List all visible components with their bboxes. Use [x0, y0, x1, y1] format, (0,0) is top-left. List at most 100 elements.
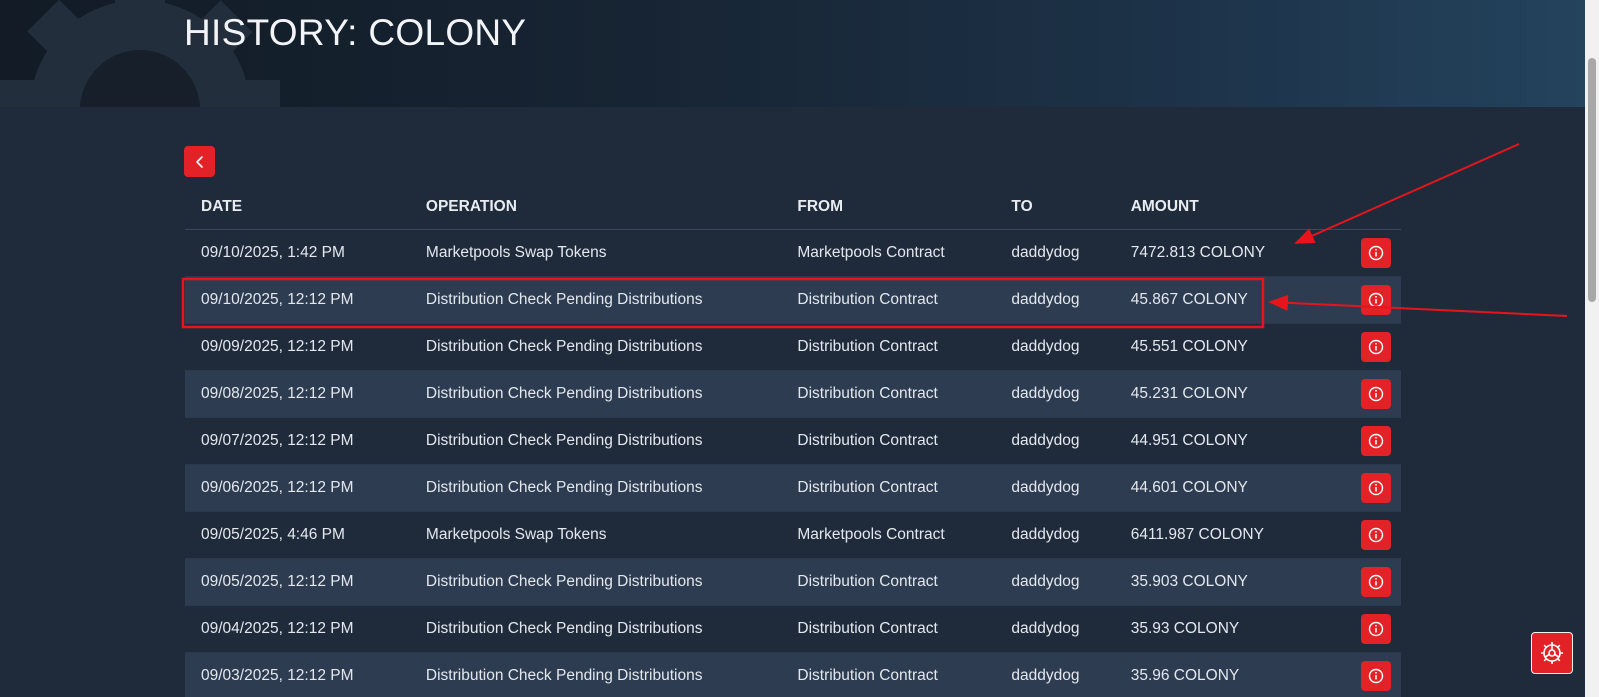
- info-button[interactable]: [1361, 567, 1392, 597]
- cell-date: 09/06/2025, 12:12 PM: [185, 464, 410, 512]
- cell-date: 09/05/2025, 12:12 PM: [185, 558, 410, 606]
- cell-actions: [1345, 276, 1401, 324]
- cell-date: 09/07/2025, 12:12 PM: [185, 417, 410, 465]
- column-header-from: FROM: [781, 184, 996, 230]
- cell-to: daddydog: [995, 605, 1115, 653]
- column-header-amount: AMOUNT: [1114, 184, 1346, 230]
- cell-date: 09/09/2025, 12:12 PM: [185, 323, 410, 371]
- cell-actions: [1345, 323, 1401, 371]
- cell-from: Distribution Contract: [781, 370, 996, 418]
- info-icon: [1368, 480, 1384, 496]
- cell-from: Distribution Contract: [781, 417, 996, 465]
- info-button[interactable]: [1361, 520, 1392, 550]
- cell-to: daddydog: [995, 558, 1115, 606]
- cell-to: daddydog: [995, 229, 1115, 277]
- cell-from: Distribution Contract: [781, 605, 996, 653]
- table-row: 09/10/2025, 1:42 PM Marketpools Swap Toke…: [185, 229, 1401, 277]
- cell-date: 09/05/2025, 4:46 PM: [185, 511, 410, 559]
- info-button[interactable]: [1361, 332, 1392, 362]
- cell-actions: [1345, 229, 1401, 277]
- info-button[interactable]: [1361, 473, 1392, 503]
- cell-amount: 45.551 COLONY: [1114, 323, 1346, 371]
- cell-date: 09/10/2025, 1:42 PM: [185, 229, 410, 277]
- cell-amount: 6411.987 COLONY: [1114, 511, 1346, 559]
- cell-to: daddydog: [995, 370, 1115, 418]
- cell-amount: 35.93 COLONY: [1114, 605, 1346, 653]
- chevron-left-icon: [195, 155, 203, 168]
- table-row: 09/09/2025, 12:12 PM Distribution Check P…: [185, 323, 1401, 371]
- scrollbar-thumb[interactable]: [1588, 58, 1596, 302]
- table-row: 09/04/2025, 12:12 PM Distribution Check P…: [185, 605, 1401, 653]
- cell-date: 09/08/2025, 12:12 PM: [185, 370, 410, 418]
- header-banner: HISTORY: COLONY: [0, 0, 1585, 107]
- cell-from: Distribution Contract: [781, 558, 996, 606]
- info-icon: [1368, 433, 1384, 449]
- column-header-date: DATE: [185, 184, 410, 230]
- cell-operation: Marketpools Swap Tokens: [409, 229, 782, 277]
- table-row: 09/03/2025, 12:12 PM Distribution Check P…: [185, 652, 1401, 697]
- table-row: 09/07/2025, 12:12 PM Distribution Check P…: [185, 417, 1401, 465]
- cell-to: daddydog: [995, 276, 1115, 324]
- cell-operation: Distribution Check Pending Distributions: [409, 417, 782, 465]
- cell-to: daddydog: [995, 652, 1115, 697]
- cell-operation: Distribution Check Pending Distributions: [409, 652, 782, 697]
- cell-actions: [1345, 605, 1401, 653]
- cell-from: Distribution Contract: [781, 323, 996, 371]
- info-icon: [1368, 292, 1384, 308]
- info-icon: [1368, 245, 1384, 261]
- cell-from: Distribution Contract: [781, 276, 996, 324]
- history-table: DATE OPERATION FROM TO AMOUNT 09/10/2025…: [185, 184, 1401, 697]
- cell-operation: Distribution Check Pending Distributions: [409, 370, 782, 418]
- column-header-operation: OPERATION: [409, 184, 782, 230]
- info-icon: [1368, 574, 1384, 590]
- info-button[interactable]: [1361, 614, 1392, 644]
- cell-to: daddydog: [995, 417, 1115, 465]
- cell-to: daddydog: [995, 323, 1115, 371]
- cell-amount: 45.867 COLONY: [1114, 276, 1346, 324]
- cell-operation: Distribution Check Pending Distributions: [409, 464, 782, 512]
- cell-operation: Marketpools Swap Tokens: [409, 511, 782, 559]
- table-row: 09/10/2025, 12:12 PM Distribution Check P…: [185, 276, 1401, 324]
- cell-operation: Distribution Check Pending Distributions: [409, 605, 782, 653]
- page-title: HISTORY: COLONY: [184, 12, 527, 53]
- info-button[interactable]: [1361, 238, 1392, 268]
- cell-amount: 44.951 COLONY: [1114, 417, 1346, 465]
- cell-to: daddydog: [995, 511, 1115, 559]
- cell-operation: Distribution Check Pending Distributions: [409, 323, 782, 371]
- cell-actions: [1345, 558, 1401, 606]
- back-button[interactable]: [184, 146, 215, 177]
- gear-icon: [1541, 642, 1563, 664]
- info-icon: [1368, 386, 1384, 402]
- cell-amount: 7472.813 COLONY: [1114, 229, 1346, 277]
- cell-actions: [1345, 370, 1401, 418]
- cell-date: 09/04/2025, 12:12 PM: [185, 605, 410, 653]
- cell-actions: [1345, 464, 1401, 512]
- cell-from: Distribution Contract: [781, 652, 996, 697]
- cell-date: 09/03/2025, 12:12 PM: [185, 652, 410, 697]
- cell-amount: 35.96 COLONY: [1114, 652, 1346, 697]
- info-button[interactable]: [1361, 379, 1392, 409]
- table-row: 09/08/2025, 12:12 PM Distribution Check P…: [185, 370, 1401, 418]
- cell-to: daddydog: [995, 464, 1115, 512]
- cell-operation: Distribution Check Pending Distributions: [409, 558, 782, 606]
- cell-from: Distribution Contract: [781, 464, 996, 512]
- cell-amount: 45.231 COLONY: [1114, 370, 1346, 418]
- info-button[interactable]: [1361, 661, 1392, 691]
- settings-button[interactable]: [1531, 632, 1573, 674]
- cell-operation: Distribution Check Pending Distributions: [409, 276, 782, 324]
- cell-from: Marketpools Contract: [781, 229, 996, 277]
- cell-from: Marketpools Contract: [781, 511, 996, 559]
- info-icon: [1368, 527, 1384, 543]
- cell-date: 09/10/2025, 12:12 PM: [185, 276, 410, 324]
- info-button[interactable]: [1361, 426, 1392, 456]
- info-icon: [1368, 668, 1384, 684]
- cell-actions: [1345, 511, 1401, 559]
- column-header-actions: [1345, 184, 1401, 230]
- page: HISTORY: COLONY DATE OPERATION FROM TO A…: [0, 0, 1599, 697]
- info-button[interactable]: [1361, 285, 1392, 315]
- vertical-scrollbar[interactable]: [1585, 0, 1599, 697]
- table-body: 09/10/2025, 1:42 PM Marketpools Swap Toke…: [185, 229, 1401, 697]
- table-row: 09/06/2025, 12:12 PM Distribution Check P…: [185, 464, 1401, 512]
- table-row: 09/05/2025, 4:46 PM Marketpools Swap Toke…: [185, 511, 1401, 559]
- cell-actions: [1345, 417, 1401, 465]
